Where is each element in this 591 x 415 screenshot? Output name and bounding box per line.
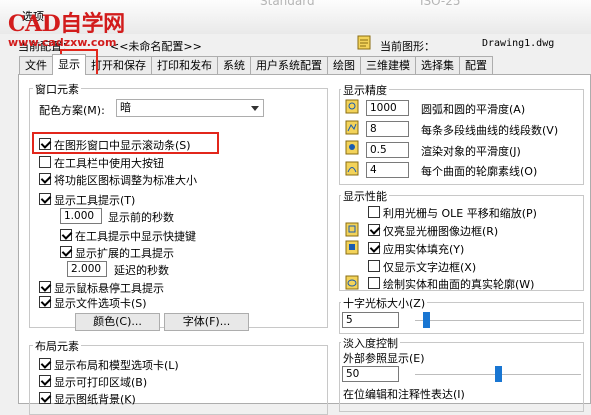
rollover-tooltips-label: 显示鼠标悬停工具提示 bbox=[54, 282, 164, 295]
resolution-setting-icon bbox=[345, 120, 359, 135]
ribbon-icons-label: 将功能区图标调整为标准大小 bbox=[54, 174, 197, 187]
raster-ole-label: 利用光栅与 OLE 平移和缩放(P) bbox=[383, 207, 537, 220]
raster-frame-label: 仅亮显光栅图像边框(R) bbox=[383, 225, 499, 238]
layout-tabs-label: 显示布局和模型选项卡(L) bbox=[54, 359, 179, 372]
tab-drafting[interactable]: 绘图 bbox=[327, 56, 361, 75]
render-smoothness-input[interactable]: 0.5 bbox=[366, 142, 409, 158]
file-tabs-label: 显示文件选项卡(S) bbox=[54, 297, 147, 310]
paper-background-label: 显示图纸背景(K) bbox=[54, 393, 136, 406]
printable-area-checkbox[interactable] bbox=[39, 375, 51, 387]
solid-fill-label: 应用实体填充(Y) bbox=[383, 243, 465, 256]
paper-background-checkbox[interactable] bbox=[39, 392, 51, 404]
arc-smoothness-label: 圆弧和圆的平滑度(A) bbox=[421, 103, 526, 116]
layout-tabs-checkbox[interactable] bbox=[39, 358, 51, 370]
solid-fill-checkbox[interactable] bbox=[368, 242, 380, 254]
resolution-setting-icon bbox=[345, 140, 359, 155]
option-highlight-box bbox=[32, 132, 219, 154]
raster-ole-checkbox[interactable] bbox=[368, 206, 380, 218]
show-tooltips-label: 显示工具提示(T) bbox=[54, 194, 136, 207]
color-scheme-value: 暗 bbox=[120, 101, 131, 114]
tab-files[interactable]: 文件 bbox=[19, 56, 53, 75]
true-silhouette-label: 绘制实体和曲面的真实轮廓(W) bbox=[383, 278, 535, 291]
tab-system[interactable]: 系统 bbox=[217, 56, 251, 75]
extended-tooltips-label: 显示扩展的工具提示 bbox=[75, 247, 174, 260]
performance-setting-icon bbox=[345, 222, 359, 237]
crosshair-slider-track bbox=[415, 320, 581, 321]
tab-selection[interactable]: 选择集 bbox=[415, 56, 460, 75]
contour-lines-label: 每个曲面的轮廓素线(O) bbox=[421, 165, 538, 178]
background-text-iso: ISO-25 bbox=[420, 0, 461, 8]
tab-3d-modeling[interactable]: 三维建模 bbox=[360, 56, 416, 75]
resolution-setting-icon bbox=[345, 99, 359, 114]
watermark-logo: CAD自学网 bbox=[8, 11, 125, 37]
tab-user-preferences[interactable]: 用户系统配置 bbox=[250, 56, 328, 75]
arc-smoothness-input[interactable]: 1000 bbox=[366, 100, 409, 116]
xref-fade-input[interactable]: 50 bbox=[342, 366, 399, 382]
performance-setting-icon bbox=[345, 275, 359, 290]
xref-fade-label: 外部参照显示(E) bbox=[343, 352, 425, 365]
show-tooltips-checkbox[interactable] bbox=[39, 193, 51, 205]
performance-setting-icon bbox=[345, 240, 359, 255]
crosshair-size-input[interactable]: 5 bbox=[342, 312, 399, 328]
rollover-tooltips-checkbox[interactable] bbox=[39, 281, 51, 293]
crosshair-slider-thumb[interactable] bbox=[422, 312, 430, 328]
extended-delay-input[interactable]: 2.000 bbox=[67, 261, 107, 277]
tooltip-delay-label: 显示前的秒数 bbox=[108, 211, 174, 224]
chevron-down-icon bbox=[251, 106, 259, 111]
color-scheme-label: 配色方案(M): bbox=[39, 104, 105, 117]
text-frame-checkbox[interactable] bbox=[368, 260, 380, 272]
display-resolution-title: 显示精度 bbox=[341, 82, 389, 98]
display-tab-panel: 窗口元素 配色方案(M): 暗 在图形窗口中显示滚动条(S) 在工具栏中使用大按… bbox=[18, 74, 591, 415]
render-smoothness-label: 渲染对象的平滑度(J) bbox=[421, 145, 521, 158]
printable-area-label: 显示可打印区域(B) bbox=[54, 376, 148, 389]
polyline-segments-input[interactable]: 8 bbox=[366, 121, 409, 137]
tooltip-shortcuts-checkbox[interactable] bbox=[60, 229, 72, 241]
fade-control-title: 淡入度控制 bbox=[341, 335, 400, 351]
color-scheme-select[interactable]: 暗 bbox=[116, 99, 264, 117]
text-frame-label: 仅显示文字边框(X) bbox=[383, 261, 477, 274]
tooltip-shortcuts-label: 在工具提示中显示快捷键 bbox=[75, 230, 196, 243]
contour-lines-input[interactable]: 4 bbox=[366, 162, 409, 178]
fonts-button[interactable]: 字体(F)... bbox=[164, 313, 249, 331]
window-elements-title: 窗口元素 bbox=[33, 81, 81, 97]
large-buttons-checkbox[interactable] bbox=[39, 156, 51, 168]
drawing-file-icon bbox=[357, 35, 371, 50]
xref-fade-slider-thumb[interactable] bbox=[494, 366, 502, 382]
tab-display[interactable]: 显示 bbox=[52, 54, 86, 75]
file-tabs-checkbox[interactable] bbox=[39, 296, 51, 308]
polyline-segments-label: 每条多段线曲线的线段数(V) bbox=[421, 124, 559, 137]
raster-frame-checkbox[interactable] bbox=[368, 224, 380, 236]
current-config-value: <<未命名配置>> bbox=[110, 40, 202, 53]
colors-button[interactable]: 颜色(C)... bbox=[75, 313, 160, 331]
ribbon-icons-checkbox[interactable] bbox=[39, 173, 51, 185]
extended-tooltips-checkbox[interactable] bbox=[60, 246, 72, 258]
true-silhouette-checkbox[interactable] bbox=[368, 277, 380, 289]
crosshair-title: 十字光标大小(Z) bbox=[341, 295, 428, 311]
display-performance-title: 显示性能 bbox=[341, 188, 389, 204]
watermark-url: www.cadzxw.com bbox=[8, 36, 117, 49]
current-drawing-value: Drawing1.dwg bbox=[482, 38, 555, 49]
extended-delay-label: 延迟的秒数 bbox=[114, 264, 169, 277]
background-text-standard: Standard bbox=[260, 0, 315, 8]
layout-elements-title: 布局元素 bbox=[33, 338, 81, 354]
large-buttons-label: 在工具栏中使用大按钮 bbox=[54, 157, 164, 170]
resolution-setting-icon bbox=[345, 161, 359, 176]
tab-profiles[interactable]: 配置 bbox=[459, 56, 493, 75]
tooltip-delay-input[interactable]: 1.000 bbox=[60, 208, 102, 224]
current-drawing-label: 当前图形： bbox=[380, 40, 435, 53]
tab-plot-publish[interactable]: 打印和发布 bbox=[151, 56, 218, 75]
